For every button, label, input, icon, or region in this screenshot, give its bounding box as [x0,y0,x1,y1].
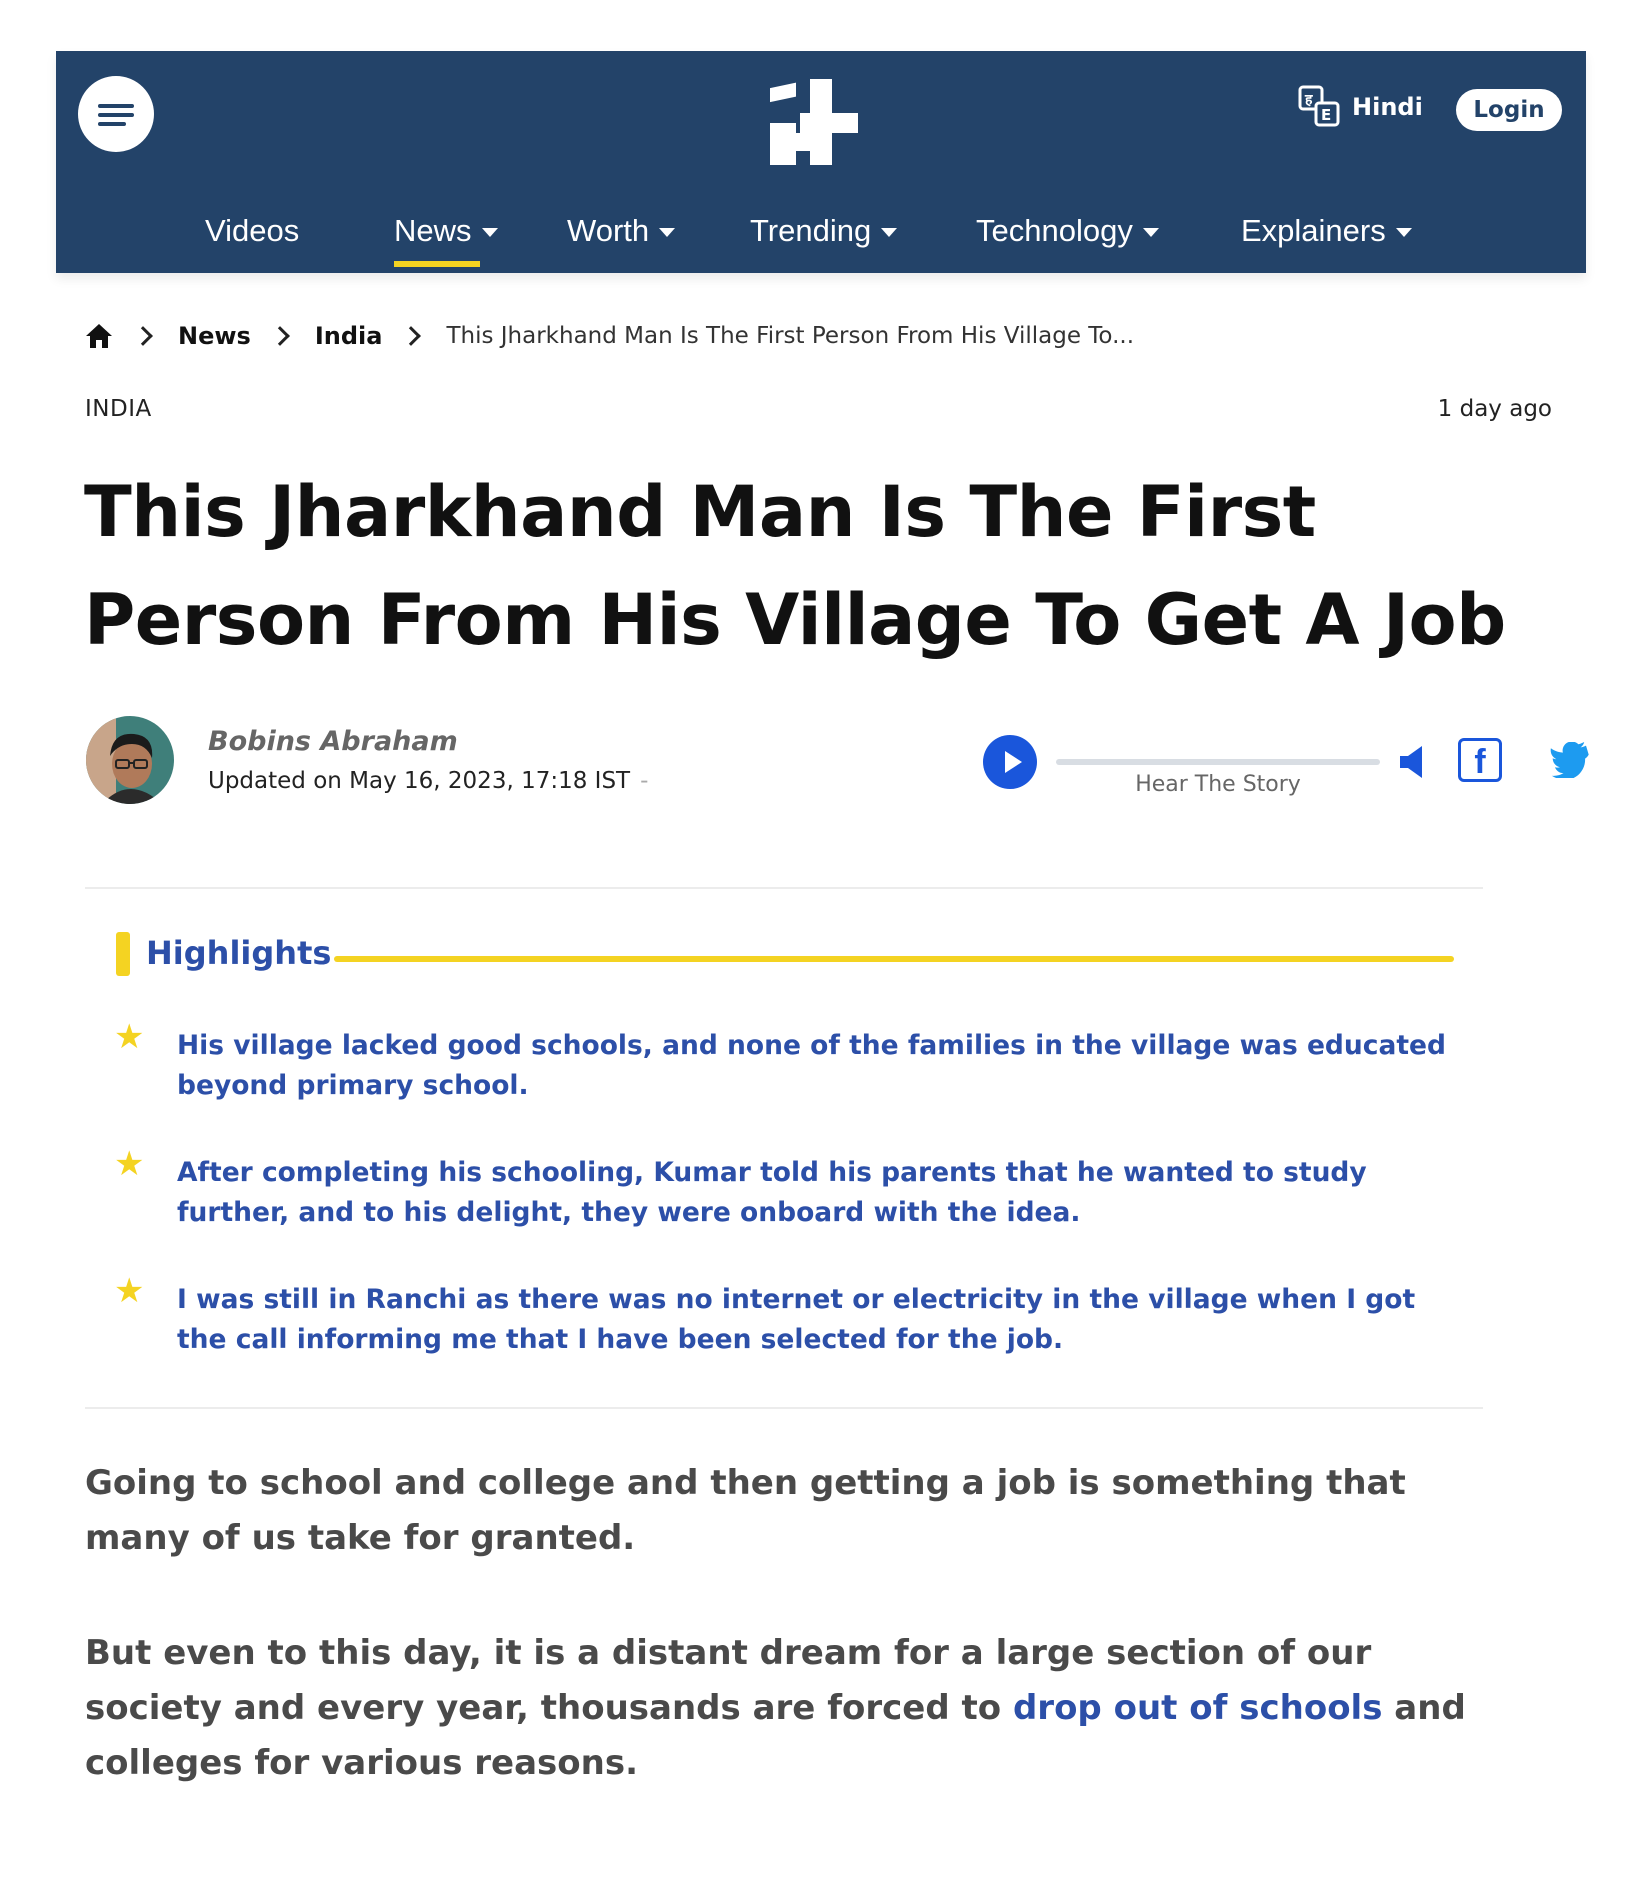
site-header: ह E Hindi Login Videos News Worth Trendi… [56,51,1586,273]
chevron-down-icon [481,228,498,237]
svg-text:E: E [1321,106,1331,124]
article-time-ago: 1 day ago [1437,396,1552,422]
nav-label: News [394,213,472,248]
star-icon: ★ [114,1017,145,1057]
article-category[interactable]: INDIA [85,396,152,422]
avatar-image [86,716,174,804]
article-headline: This Jharkhand Man Is The First Person F… [84,471,1506,661]
breadcrumb-current: This Jharkhand Man Is The First Person F… [446,323,1135,349]
svg-text:ह: ह [1304,92,1313,108]
home-icon[interactable] [84,322,114,350]
author-avatar[interactable] [86,716,174,804]
nav-label: Worth [567,213,650,248]
highlights-title: Highlights [146,934,332,972]
nav-item-videos[interactable]: Videos [205,201,299,261]
highlight-text: I was still in Ranchi as there was no in… [177,1284,1416,1355]
menu-icon-line [98,104,134,108]
facebook-icon[interactable]: f [1458,738,1502,782]
play-icon[interactable] [983,735,1037,789]
nav-item-news[interactable]: News [394,201,498,261]
breadcrumb-india[interactable]: India [315,322,383,350]
divider [85,1407,1483,1409]
nav-item-trending[interactable]: Trending [750,201,898,261]
audio-progress-track[interactable] [1056,759,1380,765]
drop-out-link[interactable]: drop out of schools [1013,1688,1382,1728]
chevron-right-icon [401,326,422,346]
menu-icon-line [98,113,134,117]
article-paragraph: But even to this day, it is a distant dr… [85,1626,1505,1791]
nav-label: Videos [205,213,300,248]
highlights-rule [334,956,1454,962]
nav-label: Trending [750,213,872,248]
active-nav-indicator [394,261,480,267]
volume-icon[interactable] [1398,742,1428,782]
highlight-text: After completing his schooling, Kumar to… [177,1157,1367,1228]
chevron-down-icon [659,228,676,237]
updated-text: Updated on May 16, 2023, 17:18 IST [208,768,631,794]
highlights-accent-bar [116,932,130,976]
author-name[interactable]: Bobins Abraham [208,726,458,757]
nav-label: Explainers [1241,213,1386,248]
highlight-text: His village lacked good schools, and non… [177,1030,1446,1101]
updated-timestamp: Updated on May 16, 2023, 17:18 IST - [208,768,648,794]
chevron-down-icon [881,228,898,237]
nav-item-explainers[interactable]: Explainers [1241,201,1412,261]
divider [85,887,1483,889]
star-icon: ★ [114,1271,145,1311]
nav-label: Technology [976,213,1133,248]
chevron-right-icon [133,326,153,346]
site-logo-icon[interactable] [766,71,866,171]
main-nav: Videos News Worth Trending Technology Ex… [56,201,1586,273]
nav-item-technology[interactable]: Technology [976,201,1159,261]
chevron-down-icon [1142,228,1159,237]
hear-story-label: Hear The Story [1135,772,1301,797]
menu-icon-line [98,122,126,126]
hindi-label: Hindi [1352,93,1423,121]
breadcrumb-news[interactable]: News [178,322,251,350]
star-icon: ★ [114,1144,145,1184]
twitter-icon[interactable] [1550,742,1590,778]
article-paragraph: Going to school and college and then get… [85,1463,1406,1558]
nav-item-worth[interactable]: Worth [567,201,676,261]
hamburger-menu-button[interactable] [78,76,154,152]
chevron-right-icon [269,326,290,346]
translate-icon: ह E [1298,85,1340,127]
language-toggle[interactable]: ह E Hindi [1298,85,1423,129]
breadcrumb: News India This Jharkhand Man Is The Fir… [84,318,1134,354]
login-button[interactable]: Login [1456,89,1562,131]
updated-separator: - [640,768,649,794]
chevron-down-icon [1395,228,1412,237]
